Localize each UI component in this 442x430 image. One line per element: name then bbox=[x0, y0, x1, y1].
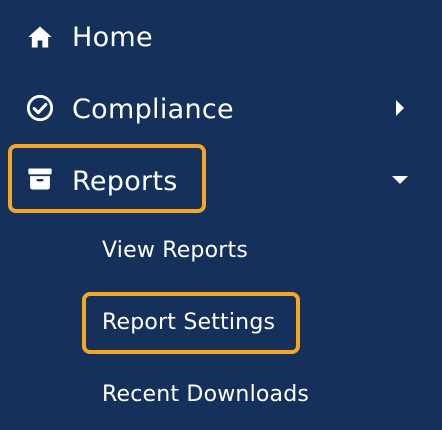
sidebar-subitem-view-reports[interactable]: View Reports bbox=[0, 216, 442, 288]
sidebar-item-label: Compliance bbox=[72, 94, 234, 125]
sidebar-item-home[interactable]: Home bbox=[0, 0, 442, 72]
chevron-right-icon[interactable] bbox=[390, 98, 410, 118]
sidebar-subitem-label: View Reports bbox=[102, 238, 248, 263]
sidebar-subitem-recent-downloads[interactable]: Recent Downloads bbox=[0, 360, 442, 430]
home-icon bbox=[25, 22, 55, 52]
sidebar-item-compliance[interactable]: Compliance bbox=[0, 72, 442, 144]
check-circle-icon bbox=[25, 93, 55, 123]
sidebar-nav: Home Compliance Reports View Reports Rep… bbox=[0, 0, 442, 430]
archive-box-icon bbox=[25, 164, 55, 194]
sidebar-subitem-report-settings[interactable]: Report Settings bbox=[0, 288, 442, 360]
sidebar-subitem-label: Recent Downloads bbox=[102, 382, 310, 407]
sidebar-item-reports[interactable]: Reports bbox=[0, 144, 442, 216]
sidebar-item-label: Home bbox=[72, 22, 153, 53]
sidebar-item-label: Reports bbox=[72, 166, 178, 197]
sidebar-subitem-label: Report Settings bbox=[102, 310, 276, 335]
chevron-down-icon[interactable] bbox=[390, 170, 410, 190]
